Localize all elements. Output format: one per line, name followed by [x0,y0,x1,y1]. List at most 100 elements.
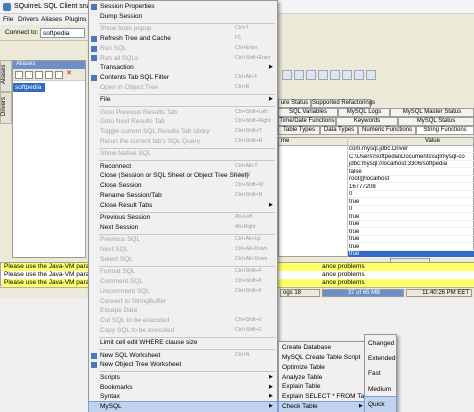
table-row[interactable]: true [348,244,474,251]
table-row[interactable]: true [348,221,474,228]
menu-item-goto-previous-results-tab[interactable]: Goto Previous Results Tab Ctrl+Shift+Left [89,108,277,118]
menu-item-transaction[interactable]: Transaction ▶ [89,63,277,73]
table-row[interactable]: com.mysql.jdbc.Driver [348,146,474,153]
menu-file[interactable]: File [3,16,13,23]
menu-item-mysql[interactable]: MySQL ▶ [88,401,278,412]
mysql-item-explain-table[interactable]: Explain Table [279,382,365,392]
table-row[interactable]: 0 [348,206,474,213]
check-item-quick[interactable]: Quick [364,395,397,412]
menu-item-comment-sql[interactable]: Comment SQL Ctrl+Shift+8 [89,277,277,287]
tab-time-date-functions[interactable]: Time/Date Functions [278,117,336,126]
alias-item-softpedia[interactable]: softpedia [13,83,45,92]
menu-item-select-sql[interactable]: Select SQL Ctrl+Alt+Down [89,255,277,265]
mysql-item-analyze-table[interactable]: Analyze Table [279,373,365,383]
menu-item-file[interactable]: File ▶ [89,95,277,105]
toolbar-btn-7[interactable] [354,70,364,80]
menu-item-previous-sql[interactable]: Previous SQL Ctrl+Alt+Up [89,235,277,245]
table-row[interactable]: true [348,236,474,243]
toolbar-btn-4[interactable] [318,70,328,80]
drivers-side-tab[interactable]: Drivers [0,92,12,124]
check-item-extended[interactable]: Extended [365,351,396,366]
menu-item-next-sql[interactable]: Next SQL Ctrl+Alt+Down [89,245,277,255]
tab-supported-refactorings[interactable]: Supported Refactorings [311,99,375,108]
toolbar-btn-3[interactable] [306,70,316,80]
copy-alias-icon[interactable] [35,71,43,79]
table-row[interactable]: jdbc:mysql://localhost:3306/softpedia [348,161,474,168]
menu-item-refresh-tree-and-cache[interactable]: Refresh Tree and Cache F5 [89,34,277,44]
toolbar-btn-8[interactable] [366,70,376,80]
toolbar-btn-1[interactable] [282,70,292,80]
menu-item-reconnect[interactable]: Reconnect Ctrl+Alt+T [89,162,277,172]
menu-plugins[interactable]: Plugins [65,16,86,23]
modify-alias-icon[interactable] [45,71,53,79]
connect-combo[interactable]: softpedia [40,28,85,38]
toolbar-btn-6[interactable] [342,70,352,80]
tab-numeric-functions[interactable]: Numeric Functions [358,126,416,135]
memory-indicator[interactable]: 37 of 65 MB [322,289,404,297]
tab-table-types[interactable]: Table Types [278,126,320,135]
column-header-value[interactable]: Value [425,138,440,144]
table-row[interactable]: root@localhost [348,176,474,183]
menu-item-open-in-object-tree[interactable]: Open in Object Tree Ctrl+B [89,83,277,93]
menu-item-rerun-the-current-tab-s-sql-query[interactable]: Rerun the current tab's SQL Query Ctrl+Sh… [89,137,277,147]
menu-item-syntax[interactable]: Syntax ▶ [89,392,277,402]
menu-item-toggle-current-sql-results-tab-sticky[interactable]: Toggle current SQL Results Tab sticky Ctr… [89,127,277,137]
table-row[interactable]: true [348,199,474,206]
menu-item-contents-tab-sql-filter[interactable]: Contents Tab SQL Filter Ctrl+Alt+F [89,73,277,83]
menu-item-rename-session-tab[interactable]: Rename Session/Tab Ctrl+Shift+N [89,191,277,201]
mysql-item-mysql-create-table-script[interactable]: MySQL Create Table Script [279,353,365,363]
mysql-item-create-database[interactable]: Create Database [279,343,365,353]
menu-item-uncomment-sql[interactable]: Uncomment SQL Ctrl+Shift+9 [89,287,277,297]
mysql-item-optimize-table[interactable]: Optimize Table [279,363,365,373]
table-row[interactable]: C:\Users\Softpedia\Documents\sqlmysql-co [348,154,474,161]
table-row[interactable]: true [348,214,474,221]
mysql-item-check-table[interactable]: Check Table ▶ [278,401,366,412]
menu-item-new-sql-worksheet[interactable]: New SQL Worksheet Ctrl+N [89,351,277,361]
menu-item-new-object-tree-worksheet[interactable]: New Object Tree Worksheet [89,360,277,370]
tab-string-functions[interactable]: String Functions [416,126,474,135]
mysql-item-explain-select-from-table[interactable]: Explain SELECT * FROM Table [279,392,373,402]
table-row[interactable]: true [348,251,474,258]
tab-mysql-logs[interactable]: MySQL Logs [338,108,390,117]
menu-item-show-native-sql[interactable]: Show Native SQL [89,149,277,159]
column-header-name[interactable]: me [281,138,289,144]
menu-item-close-result-tabs[interactable]: Close Result Tabs ▶ [89,201,277,211]
menu-item-next-session[interactable]: Next Session Alt+Right [89,223,277,233]
menu-drivers[interactable]: Drivers [18,16,39,23]
menu-item-show-tools-popup[interactable]: Show tools popup Ctrl+T [89,24,277,34]
menu-item-limit-cell-edit-where-clause-size[interactable]: Limit cell edit WHERE clause size [89,338,277,348]
menu-aliases[interactable]: Aliases [41,16,62,23]
save-alias-icon[interactable] [55,71,63,79]
menu-item-previous-session[interactable]: Previous Session Alt+Left [89,213,277,223]
menu-item-dump-session[interactable]: Dump Session [89,12,277,22]
menu-item-close-session-or-sql-sheet-or-object-tree-sheet[interactable]: Close (Session or SQL Sheet or Object Tr… [89,171,277,181]
connect-alias-icon[interactable] [15,71,23,79]
new-alias-icon[interactable] [25,71,33,79]
tab-structure-status[interactable]: ure Status [278,99,311,108]
tab-mysql-master-status[interactable]: MySQL Master Status [390,108,474,117]
menu-item-convert-to-stringbuffer[interactable]: Convert to StringBuffer [89,297,277,307]
table-row[interactable]: 16777208 [348,184,474,191]
tab-sql-variables[interactable]: SQL Variables [278,108,338,117]
toolbar-btn-2[interactable] [294,70,304,80]
menu-item-session-properties[interactable]: Session Properties [89,2,277,12]
menu-item-close-session[interactable]: Close Session Ctrl+Shift+W [89,181,277,191]
menu-item-escape-date[interactable]: Escape Date [89,306,277,316]
check-item-medium[interactable]: Medium [365,382,396,397]
menu-item-goto-next-results-tab[interactable]: Goto Next Results Tab Ctrl+Shift+Right [89,117,277,127]
check-item-fast[interactable]: Fast [365,366,396,381]
table-row[interactable]: true [348,229,474,236]
menu-item-copy-sql-to-be-executed[interactable]: Copy SQL to be executed Ctrl+Shift+C [89,326,277,336]
tab-keywords[interactable]: Keywords [336,117,398,126]
table-row[interactable]: false [348,169,474,176]
menu-item-format-sql[interactable]: Format SQL Ctrl+Shift+F [89,267,277,277]
menu-item-cut-sql-to-be-executed[interactable]: Cut SQL to be executed Ctrl+Shift+X [89,316,277,326]
tab-data-types[interactable]: Data Types [320,126,358,135]
menu-item-scripts[interactable]: Scripts ▶ [89,373,277,383]
table-row[interactable]: 0 [348,191,474,198]
tab-mysql-status[interactable]: MySQL Status [398,117,474,126]
check-item-changed[interactable]: Changed [365,336,396,351]
menu-item-run-sql[interactable]: Run SQL Ctrl+Enter [89,44,277,54]
aliases-side-tab[interactable]: Aliases [0,60,12,92]
delete-alias-icon[interactable]: ✕ [65,70,73,79]
